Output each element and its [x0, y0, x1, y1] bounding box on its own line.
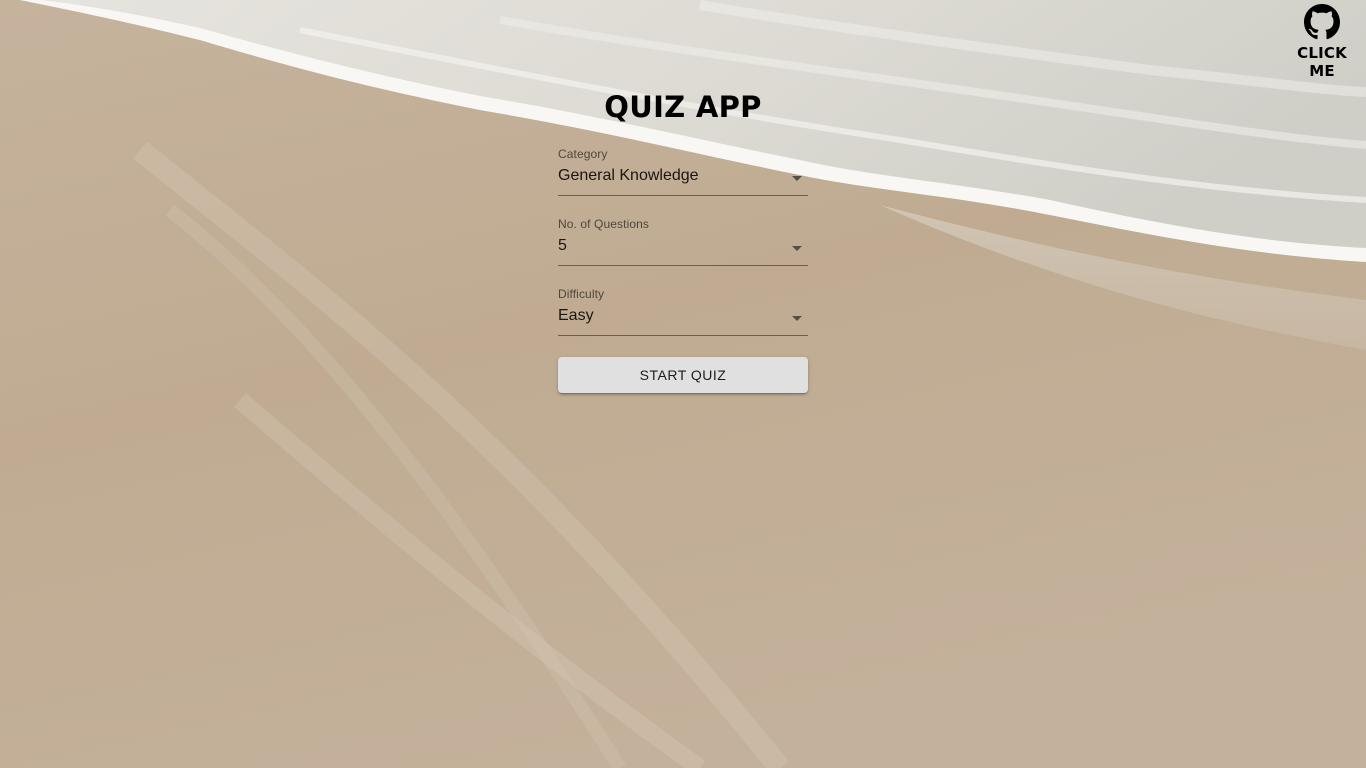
- quiz-setup-form: QUIZ APP Category General Knowledge No. …: [558, 88, 808, 393]
- difficulty-value: Easy: [558, 307, 594, 324]
- github-link[interactable]: CLICK ME: [1282, 4, 1362, 80]
- question-count-select[interactable]: No. of Questions 5: [558, 217, 808, 266]
- question-count-value: 5: [558, 237, 567, 254]
- github-link-label: CLICK ME: [1297, 44, 1347, 80]
- start-quiz-button[interactable]: START QUIZ: [558, 357, 808, 393]
- category-value: General Knowledge: [558, 167, 699, 184]
- question-count-label: No. of Questions: [558, 217, 649, 231]
- difficulty-select[interactable]: Difficulty Easy: [558, 287, 808, 336]
- caret-down-icon: [792, 176, 802, 181]
- category-select[interactable]: Category General Knowledge: [558, 147, 808, 196]
- category-label: Category: [558, 147, 608, 161]
- caret-down-icon: [792, 316, 802, 321]
- difficulty-label: Difficulty: [558, 287, 605, 301]
- github-icon: [1304, 4, 1340, 40]
- page-title: QUIZ APP: [604, 90, 762, 124]
- caret-down-icon: [792, 246, 802, 251]
